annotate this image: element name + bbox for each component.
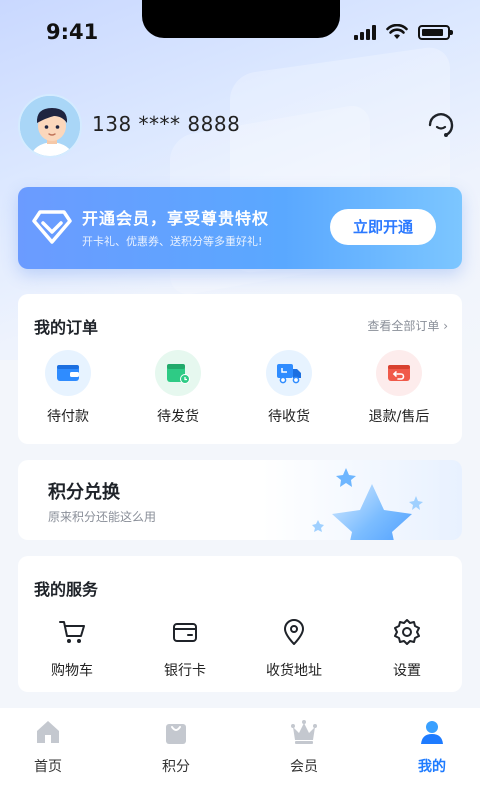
order-pending-shipment[interactable]: 待发货 [138,350,218,426]
service-label: 银行卡 [164,663,206,679]
user-icon [421,721,443,744]
vip-subtitle: 开卡礼、优惠券、送积分等多重好礼! [82,235,263,248]
order-pending-payment[interactable]: 待付款 [28,350,108,426]
order-label: 退款/售后 [368,409,430,425]
tab-label: 会员 [290,759,318,775]
truck-icon [277,364,301,384]
services-title: 我的服务 [34,580,99,599]
service-label: 设置 [393,663,421,679]
status-bar: 9:41 [0,0,480,60]
service-label: 购物车 [51,663,93,679]
service-address[interactable]: 收货地址 [254,618,334,680]
order-pending-receipt[interactable]: 待收货 [249,350,329,426]
points-subtitle: 原来积分还能这么用 [48,510,157,524]
tab-member[interactable]: 会员 [264,718,344,776]
customer-service-icon[interactable] [424,108,458,142]
signal-icon [354,24,376,40]
tab-bar: 首页 积分 会员 我的 [0,708,480,800]
tab-label: 积分 [162,759,190,775]
open-vip-button[interactable]: 立即开通 [330,209,436,245]
notch [142,0,340,38]
refund-icon [388,365,410,381]
package-icon [167,364,190,384]
vip-title: 开通会员，享受尊贵特权 [82,209,270,228]
service-bank-card[interactable]: 银行卡 [145,618,225,680]
service-settings[interactable]: 设置 [367,618,447,680]
home-icon [37,721,59,743]
avatar[interactable] [18,94,82,158]
battery-icon [418,24,453,40]
orders-card: 我的订单 查看全部订单 › 待付款 待发货 待收货 退款/售后 [18,294,462,444]
phone-number: 138 **** 8888 [92,112,241,136]
tab-points[interactable]: 积分 [136,718,216,776]
tab-label: 我的 [418,759,446,775]
wallet-icon [57,365,79,381]
orders-title: 我的订单 [34,318,99,337]
services-card: 我的服务 购物车 银行卡 收货地址 设置 [18,556,462,692]
service-cart[interactable]: 购物车 [32,618,112,680]
tab-home[interactable]: 首页 [8,718,88,776]
crown-icon [291,720,317,744]
points-title: 积分兑换 [48,482,120,503]
see-all-orders-link[interactable]: 查看全部订单 › [367,317,448,334]
status-time: 9:41 [46,20,99,44]
bag-icon [166,724,186,744]
tab-mine[interactable]: 我的 [392,718,472,776]
order-label: 待收货 [268,409,310,425]
wifi-icon [386,24,408,39]
gear-icon [394,619,420,645]
see-all-orders-label: 查看全部订单 [367,319,440,333]
diamond-icon [32,210,72,244]
service-label: 收货地址 [266,663,322,679]
points-exchange-banner[interactable]: 积分兑换 原来积分还能这么用 [18,460,462,540]
tab-label: 首页 [34,759,62,775]
card-icon [173,623,197,642]
order-label: 待付款 [47,409,89,425]
order-refund[interactable]: 退款/售后 [356,350,442,426]
location-icon [284,619,304,645]
vip-banner[interactable]: 开通会员，享受尊贵特权 开卡礼、优惠券、送积分等多重好礼! 立即开通 [18,187,462,269]
cart-icon [59,621,85,643]
star-icon [312,468,423,540]
order-label: 待发货 [157,409,199,425]
chevron-right-icon: › [443,319,448,333]
